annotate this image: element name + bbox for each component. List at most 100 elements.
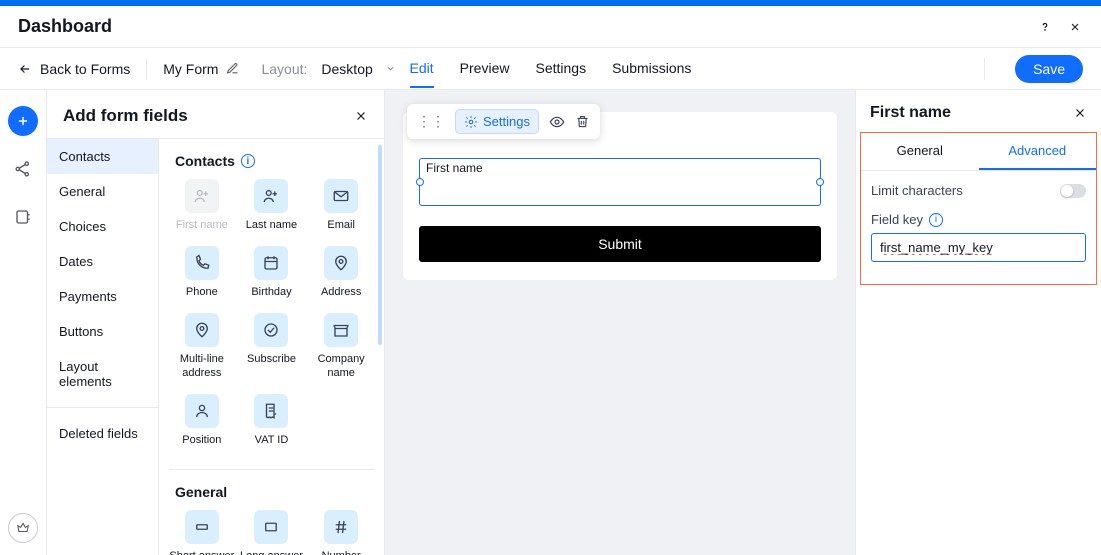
phone-icon (185, 246, 219, 280)
field-email[interactable]: Email (308, 179, 374, 232)
field-multiline-address[interactable]: Multi-line address (169, 313, 235, 379)
back-label: Back to Forms (40, 61, 130, 77)
fieldkey-input[interactable] (871, 233, 1086, 262)
field-label: Position (182, 434, 221, 447)
field-subscribe[interactable]: Subscribe (239, 313, 305, 379)
connections-icon[interactable] (8, 154, 38, 184)
form-name: My Form (163, 61, 218, 77)
help-icon[interactable] (1037, 19, 1053, 35)
page-title: Dashboard (18, 16, 112, 37)
info-icon[interactable]: i (241, 154, 255, 168)
info-icon[interactable]: i (929, 213, 943, 227)
field-first-name: First name (169, 179, 235, 232)
field-label: Subscribe (247, 353, 296, 366)
layout-label: Layout: (261, 61, 307, 77)
automation-icon[interactable] (8, 202, 38, 232)
side-rail (0, 90, 46, 555)
pin-icon (324, 246, 358, 280)
field-toolbar: ⋮⋮ Settings (407, 104, 600, 139)
field-label: Email (327, 219, 355, 232)
resize-handle-left[interactable] (416, 178, 424, 186)
view-tabs: Edit Preview Settings Submissions (410, 50, 692, 88)
resize-handle-right[interactable] (816, 178, 824, 186)
fieldkey-label: Field key (871, 212, 923, 227)
submit-button[interactable]: Submit (419, 226, 821, 262)
limit-characters-toggle[interactable] (1060, 184, 1086, 198)
category-payments[interactable]: Payments (47, 279, 158, 314)
field-label: Phone (186, 286, 218, 299)
field-last-name[interactable]: Last name (239, 179, 305, 232)
panel-title: Add form fields (63, 106, 188, 126)
person-plus-icon (185, 179, 219, 213)
field-label: Address (321, 286, 361, 299)
tab-general[interactable]: General (861, 133, 979, 170)
close-icon[interactable] (1067, 19, 1083, 35)
add-element-button[interactable] (8, 106, 38, 136)
back-to-forms[interactable]: Back to Forms (18, 61, 130, 77)
field-long-answer[interactable]: Long answer (239, 510, 305, 555)
field-vatid[interactable]: VAT ID (239, 394, 305, 447)
field-label: Company name (308, 353, 374, 379)
rename-icon[interactable] (226, 62, 239, 75)
upgrade-icon[interactable] (8, 513, 38, 543)
category-layout[interactable]: Layout elements (47, 349, 158, 399)
field-label: First name (176, 219, 228, 232)
field-number[interactable]: Number (308, 510, 374, 555)
settings-label: Settings (483, 114, 530, 129)
category-buttons[interactable]: Buttons (47, 314, 158, 349)
field-label: Birthday (251, 286, 291, 299)
properties-title: First name (870, 104, 951, 122)
field-position[interactable]: Position (169, 394, 235, 447)
check-circle-icon (254, 313, 288, 347)
form-canvas: ⋮⋮ Settings First name Submit (385, 90, 855, 555)
field-label: Multi-line address (169, 353, 235, 379)
drag-handle-icon[interactable]: ⋮⋮ (417, 113, 445, 130)
close-properties-icon[interactable] (1073, 106, 1087, 120)
tab-advanced[interactable]: Advanced (979, 133, 1097, 170)
delete-icon[interactable] (575, 114, 590, 129)
field-address[interactable]: Address (308, 246, 374, 299)
person-icon (185, 394, 219, 428)
tab-settings[interactable]: Settings (535, 50, 586, 88)
field-properties-panel: First name General Advanced Limit charac… (855, 90, 1101, 555)
category-contacts[interactable]: Contacts (47, 139, 158, 174)
preview-icon[interactable] (549, 114, 565, 130)
add-fields-panel: Add form fields Contacts General Choices… (46, 90, 385, 555)
tab-submissions[interactable]: Submissions (612, 50, 691, 88)
category-dates[interactable]: Dates (47, 244, 158, 279)
close-panel-icon[interactable] (354, 109, 368, 123)
field-phone[interactable]: Phone (169, 246, 235, 299)
scrollbar[interactable] (378, 145, 382, 345)
field-label: Long answer (240, 550, 303, 555)
storefront-icon (324, 313, 358, 347)
field-label: Last name (246, 219, 297, 232)
receipt-icon (254, 394, 288, 428)
save-button[interactable]: Save (1015, 55, 1083, 83)
hash-icon (324, 510, 358, 544)
category-list: Contacts General Choices Dates Payments … (47, 139, 159, 555)
calendar-icon (254, 246, 288, 280)
chevron-down-icon[interactable] (385, 63, 396, 74)
envelope-icon (324, 179, 358, 213)
field-label: Number (322, 550, 361, 555)
category-general[interactable]: General (47, 174, 158, 209)
field-label: Short answer (169, 550, 234, 555)
tab-preview[interactable]: Preview (460, 50, 510, 88)
field-settings-button[interactable]: Settings (455, 109, 539, 134)
person-plus-icon (254, 179, 288, 213)
form-field-firstname[interactable]: First name (419, 158, 821, 206)
field-label-text: First name (426, 161, 814, 175)
limit-characters-label: Limit characters (871, 183, 963, 198)
category-deleted[interactable]: Deleted fields (47, 416, 158, 451)
field-input[interactable] (426, 175, 814, 197)
section-title-contacts: Contacts (175, 153, 235, 169)
tab-edit[interactable]: Edit (410, 50, 434, 88)
section-title-general: General (175, 484, 227, 500)
field-company[interactable]: Company name (308, 313, 374, 379)
field-short-answer[interactable]: Short answer (169, 510, 235, 555)
pin-icon (185, 313, 219, 347)
short-text-icon (185, 510, 219, 544)
field-birthday[interactable]: Birthday (239, 246, 305, 299)
layout-value[interactable]: Desktop (321, 61, 372, 77)
category-choices[interactable]: Choices (47, 209, 158, 244)
